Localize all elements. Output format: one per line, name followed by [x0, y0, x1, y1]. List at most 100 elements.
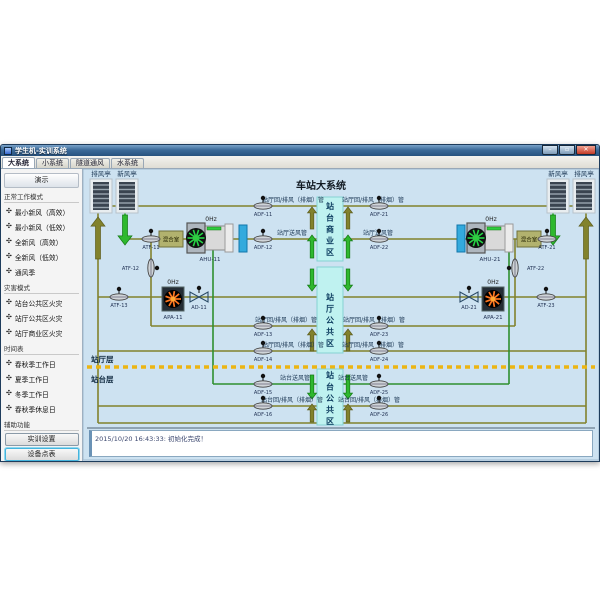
zone-label: 区 — [326, 248, 334, 257]
duct-label: 站台回/排风（排烟）管 — [261, 396, 323, 404]
window-titlebar[interactable]: 学生机-实训系统 – ▫ ✕ — [1, 145, 599, 156]
damper-ATF-21-motor[interactable] — [545, 229, 549, 233]
sidebar-item[interactable]: ✣站厅商业区火灾 — [1, 325, 82, 340]
damper-ATF-12-tag: ATF-12 — [122, 266, 139, 272]
tab-2[interactable]: 小系统 — [36, 158, 69, 168]
sidebar-item-label: 最小新风（高效） — [15, 207, 69, 217]
louver-slats — [119, 182, 135, 210]
sidebar-item[interactable]: ✣全新风（低效） — [1, 249, 82, 264]
damper-ATF-13-motor[interactable] — [117, 287, 121, 291]
louver-slats — [576, 182, 592, 210]
axial-impeller-blade — [173, 291, 174, 297]
sidebar-item-label: 春秋季工作日 — [15, 359, 56, 369]
sidebar-button[interactable]: 实训设置 — [5, 433, 79, 446]
sidebar-item[interactable]: ✣站台公共区火灾 — [1, 295, 82, 310]
sidebar-item[interactable]: ✣夏季工作日 — [1, 371, 82, 386]
ahu-impeller-hub — [473, 235, 479, 241]
axial-impeller-blade — [493, 301, 494, 307]
zone-label: 站 — [326, 292, 334, 302]
sidebar-item[interactable]: ✣站厅公共区火灾 — [1, 310, 82, 325]
page: 学生机-实训系统 – ▫ ✕ 大系统小系统隧道通风水系统 演示 正常工作模式✣最… — [0, 0, 600, 600]
sidebar-item[interactable]: ✣通风季 — [1, 264, 82, 279]
zone-label: 站 — [326, 201, 334, 211]
sidebar-section-title: 正常工作模式 — [4, 191, 79, 203]
vent-tower-label: 新风亭 — [548, 169, 568, 178]
valve-AD-21-motor[interactable] — [467, 286, 471, 290]
filter-section[interactable] — [457, 225, 465, 252]
sidebar-item-label: 春秋季休息日 — [15, 404, 56, 414]
fire-mode-icon: ✣ — [6, 329, 12, 336]
maximize-icon[interactable]: ▫ — [559, 145, 575, 155]
duct-label: 站厅回/排风（排烟）管 — [262, 196, 324, 204]
zone-label: 公 — [326, 316, 334, 325]
damper-ADF-26-motor[interactable] — [377, 396, 381, 400]
axial-impeller-hub — [491, 297, 496, 302]
damper-ATF-12-motor[interactable] — [155, 266, 159, 270]
damper-ADF-22-motor[interactable] — [377, 229, 381, 233]
damper-ATF-23-tag: ATF-23 — [537, 303, 554, 309]
damper-ADF-25-tag: ADF-25 — [370, 390, 388, 396]
damper-ADF-25-motor[interactable] — [377, 374, 381, 378]
damper-ATF-11-motor[interactable] — [149, 229, 153, 233]
damper-ADF-11-tag: ADF-11 — [254, 212, 272, 218]
ahu-frequency-readout: 0Hz — [205, 216, 216, 223]
damper-ADF-21-tag: ADF-21 — [370, 212, 388, 218]
sidebar-item[interactable]: ✣最小新风（低效） — [1, 219, 82, 234]
damper-ADF-23-motor[interactable] — [377, 316, 381, 320]
valve-AD-11-motor[interactable] — [197, 286, 201, 290]
damper-ADF-21-motor[interactable] — [377, 196, 381, 200]
sidebar-item-label: 夏季工作日 — [15, 374, 49, 384]
damper-ATF-21-tag: ATF-21 — [538, 245, 555, 251]
sidebar-item-label: 最小新风（低效） — [15, 222, 69, 232]
window-title: 学生机-实训系统 — [15, 146, 67, 156]
sidebar-item[interactable]: ✣春秋季工作日 — [1, 356, 82, 371]
duct-label: 站台送风管 — [338, 374, 368, 382]
duct-label: 站台送风管 — [280, 374, 310, 382]
zone-label: 商 — [326, 224, 334, 234]
ahu-fan-tag: AHU-21 — [480, 257, 501, 263]
damper-ADF-16-motor[interactable] — [261, 396, 265, 400]
diagram-area: 站台商业区站厅公共区站台公共区排风亭新风亭新风亭排风亭站厅回/排风（排烟）管站厅… — [83, 169, 598, 460]
damper-ADF-12-motor[interactable] — [261, 229, 265, 233]
damper-ADF-11-motor[interactable] — [261, 196, 265, 200]
filter-section[interactable] — [239, 225, 247, 252]
window-controls: – ▫ ✕ — [542, 145, 596, 155]
tab-1[interactable]: 大系统 — [2, 157, 35, 168]
axial-fan-tag: APA-11 — [163, 315, 182, 321]
duct-label: 站厅送风管 — [277, 229, 307, 237]
tab-4[interactable]: 水系统 — [111, 158, 144, 168]
close-icon[interactable]: ✕ — [576, 145, 596, 155]
sidebar-item[interactable]: ✣春秋季休息日 — [1, 401, 82, 416]
damper-ADF-16-tag: ADF-16 — [254, 412, 272, 418]
damper-ADF-24-motor[interactable] — [377, 341, 381, 345]
damper-ATF-22-motor[interactable] — [507, 266, 511, 270]
damper-ADF-22-tag: ADF-22 — [370, 245, 388, 251]
zone-label: 台 — [326, 382, 334, 392]
sidebar-item[interactable]: ✣全新风（高效） — [1, 234, 82, 249]
sidebar-item-label: 冬季工作日 — [15, 389, 49, 399]
fan-mode-icon: ✣ — [6, 360, 12, 367]
sidebar-button[interactable]: 设备点表 — [5, 448, 79, 461]
sidebar-header[interactable]: 演示 — [4, 173, 79, 188]
fan-mode-icon: ✣ — [6, 390, 12, 397]
damper-ATF-23-motor[interactable] — [544, 287, 548, 291]
sidebar: 演示 正常工作模式✣最小新风（高效）✣最小新风（低效）✣全新风（高效）✣全新风（… — [1, 169, 83, 461]
damper-ADF-13-motor[interactable] — [261, 316, 265, 320]
damper-ADF-14-motor[interactable] — [261, 341, 265, 345]
axial-impeller-blade — [493, 291, 494, 297]
zone-label: 区 — [326, 417, 334, 426]
damper-ADF-24-tag: ADF-24 — [370, 357, 388, 363]
sidebar-item[interactable]: ✣最小新风（高效） — [1, 204, 82, 219]
sidebar-item[interactable]: ✣冬季工作日 — [1, 386, 82, 401]
sidebar-item-label: 站台公共区火灾 — [15, 298, 63, 308]
axial-impeller-hub — [171, 297, 176, 302]
log-panel[interactable]: 2015/10/20 16:43:33: 初始化完成！ — [89, 430, 593, 457]
minimize-icon[interactable]: – — [542, 145, 558, 155]
fan-mode-icon: ✣ — [6, 375, 12, 382]
zone-label: 台 — [326, 213, 334, 223]
tab-bar: 大系统小系统隧道通风水系统 — [1, 156, 599, 169]
ahu-speed-bar — [487, 227, 501, 230]
tab-3[interactable]: 隧道通风 — [70, 158, 110, 168]
axial-frequency-readout: 0Hz — [487, 279, 498, 286]
damper-ADF-15-motor[interactable] — [261, 374, 265, 378]
